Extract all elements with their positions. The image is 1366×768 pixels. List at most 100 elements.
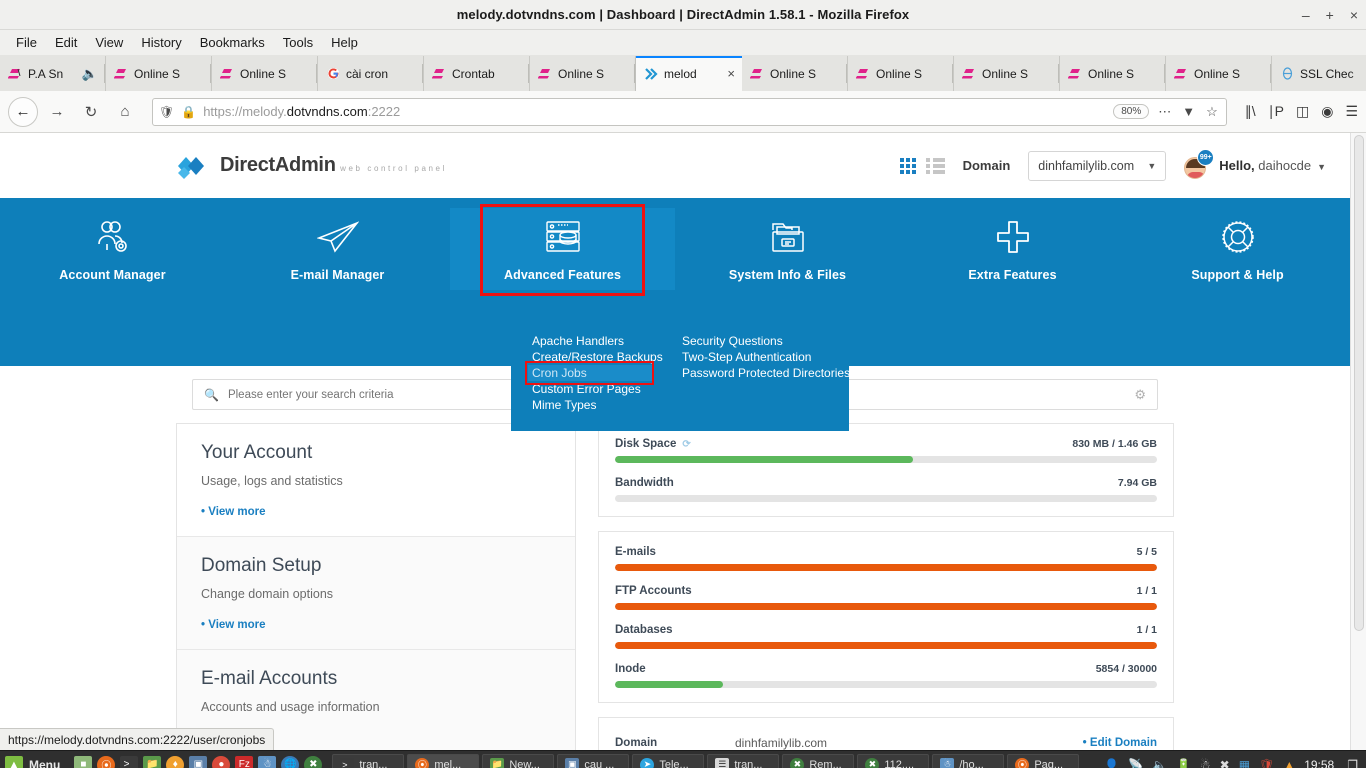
menu-view[interactable]: View	[87, 32, 131, 53]
vertical-scrollbar[interactable]	[1350, 133, 1366, 750]
clock[interactable]: 19:58	[1304, 758, 1338, 768]
menu-item-apache-handlers[interactable]: Apache Handlers	[528, 333, 663, 349]
nav-account-manager[interactable]: Account Manager	[0, 208, 225, 290]
menu-edit[interactable]: Edit	[47, 32, 85, 53]
browser-tab[interactable]: Online S	[954, 56, 1060, 91]
task-button[interactable]: 📁 New...	[482, 753, 555, 768]
browser-tab[interactable]: Online S	[106, 56, 212, 91]
browser-tab[interactable]: Online S	[1060, 56, 1166, 91]
menu-item-password-protected-directories[interactable]: Password Protected Directories	[678, 365, 854, 381]
browser-tab[interactable]: SSL Chec	[1272, 56, 1366, 91]
maximize-button[interactable]: +	[1326, 8, 1334, 22]
menu-help[interactable]: Help	[323, 32, 366, 53]
globe-icon[interactable]: 🌐	[281, 755, 300, 768]
scrollbar-thumb[interactable]	[1354, 135, 1364, 631]
task-button[interactable]: ➤ Tele...	[632, 753, 705, 768]
browser-tab[interactable]: Online S	[212, 56, 318, 91]
nav-advanced-features[interactable]: Advanced Features	[450, 204, 675, 296]
xchat-tray-icon[interactable]: ✖	[1220, 758, 1230, 768]
sync-icon[interactable]: ∣P	[1268, 103, 1284, 120]
home-icon[interactable]: ⌂	[110, 97, 140, 127]
edit-domain-link[interactable]: • Edit Domain	[1083, 737, 1157, 749]
browser-tab-active[interactable]: melod ×	[636, 56, 742, 91]
volume-icon[interactable]: 🔈	[1152, 758, 1167, 768]
menu-item-cron-jobs[interactable]: Cron Jobs	[525, 361, 654, 385]
nav-email-manager[interactable]: E-mail Manager	[225, 208, 450, 290]
grid-view-icon[interactable]	[899, 157, 916, 174]
task-button[interactable]: ✖ Rem...	[782, 753, 855, 768]
menu-tools[interactable]: Tools	[275, 32, 321, 53]
task-button[interactable]: ▣ cau ...	[557, 753, 630, 768]
library-icon[interactable]: ∥\	[1245, 103, 1256, 120]
start-menu-button[interactable]: ▲ Menu	[0, 751, 68, 768]
lock-icon[interactable]: 🔒	[181, 105, 196, 119]
pocket-icon[interactable]: ▼	[1180, 104, 1197, 119]
card-your-account[interactable]: Your Account Usage, logs and statistics …	[177, 424, 575, 537]
nav-extra-features[interactable]: Extra Features	[900, 208, 1125, 290]
sidebar-icon[interactable]: ◫	[1296, 103, 1309, 120]
minimize-button[interactable]: –	[1302, 8, 1310, 22]
user-menu[interactable]: 99+ Hello, daihocde ▼	[1184, 148, 1326, 179]
browser-tab[interactable]: cài cron	[318, 56, 424, 91]
flame-icon[interactable]: ♦	[166, 755, 185, 768]
url-bar[interactable]: 🛡 🔒 https://melody.dotvndns.com:2222 80%…	[152, 97, 1227, 126]
browser-tab[interactable]: Online S	[1166, 56, 1272, 91]
user-icon[interactable]: 👤	[1104, 758, 1119, 768]
domain-selector[interactable]: dinhfamilylib.com ▼	[1028, 150, 1167, 181]
close-icon[interactable]: ×	[727, 66, 735, 81]
nav-support-help[interactable]: Support & Help	[1125, 208, 1350, 290]
gimp-icon[interactable]: ☃	[258, 755, 277, 768]
battery-icon[interactable]: 🔋	[1176, 758, 1191, 768]
browser-tab[interactable]: Crontab	[424, 56, 530, 91]
menu-file[interactable]: File	[8, 32, 45, 53]
browser-tab[interactable]: Online S	[742, 56, 848, 91]
reload-button[interactable]: ↻	[76, 97, 106, 127]
back-button[interactable]: ←	[8, 96, 38, 127]
view-more-link[interactable]: • View more	[201, 506, 266, 518]
menu-item-two-step-authentication[interactable]: Two-Step Authentication	[678, 349, 854, 365]
browser-tab[interactable]: P.A Sn 🔈	[0, 56, 106, 91]
page-actions-icon[interactable]: ⋯	[1156, 104, 1173, 120]
menu-item-security-questions[interactable]: Security Questions	[678, 333, 854, 349]
directadmin-logo[interactable]: DirectAdmin web control panel	[176, 151, 447, 181]
task-button-active[interactable]: ⦿ mel...	[407, 753, 480, 768]
account-icon[interactable]: ◉	[1321, 103, 1333, 120]
hamburger-menu-icon[interactable]: ☰	[1345, 103, 1358, 120]
firefox-icon[interactable]: ⦿	[97, 755, 116, 768]
close-window-button[interactable]: ×	[1350, 8, 1358, 22]
gear-icon[interactable]: ⚙	[1134, 387, 1146, 403]
task-button[interactable]: >_ tran...	[332, 753, 405, 768]
refresh-icon[interactable]: ⟳	[682, 439, 690, 450]
card-domain-setup[interactable]: Domain Setup Change domain options • Vie…	[177, 537, 575, 650]
browser-tab[interactable]: Online S	[530, 56, 636, 91]
update-icon[interactable]: ▦	[1239, 758, 1250, 768]
list-view-icon[interactable]	[925, 157, 945, 174]
zoom-level-badge[interactable]: 80%	[1113, 104, 1150, 119]
network-icon[interactable]: 📡	[1128, 758, 1143, 768]
forward-button[interactable]: →	[42, 97, 72, 127]
console-icon[interactable]: >_	[120, 755, 139, 768]
terminal-icon[interactable]: ■	[74, 755, 93, 768]
nav-system-info-files[interactable]: System Info & Files	[675, 208, 900, 290]
speaker-icon[interactable]: 🔈	[82, 66, 98, 82]
bookmark-star-icon[interactable]: ☆	[1204, 104, 1220, 120]
task-button[interactable]: ✖ 112....	[857, 753, 930, 768]
browser-tab[interactable]: Online S	[848, 56, 954, 91]
show-desktop-icon[interactable]: ❐	[1347, 758, 1358, 768]
shield-icon[interactable]: 🛡	[1259, 758, 1274, 768]
filezilla-icon[interactable]: Fz	[235, 755, 254, 768]
image-icon[interactable]: ▣	[189, 755, 208, 768]
menu-item-mime-types[interactable]: Mime Types	[528, 397, 663, 413]
menu-history[interactable]: History	[133, 32, 189, 53]
task-button[interactable]: ☃ /ho...	[932, 753, 1005, 768]
chrome-icon[interactable]: ●	[212, 755, 231, 768]
vlc-icon[interactable]: ▲	[1283, 758, 1295, 768]
menu-bookmarks[interactable]: Bookmarks	[192, 32, 273, 53]
tracking-shield-icon[interactable]: 🛡	[159, 105, 174, 119]
task-button[interactable]: ⦿ Pag...	[1007, 753, 1080, 768]
xchat-icon[interactable]: ✖	[304, 755, 323, 768]
filezilla-tray-icon[interactable]: ☃	[1200, 758, 1211, 768]
files-icon[interactable]: 📁	[143, 755, 162, 768]
task-button[interactable]: ☰ tran...	[707, 753, 780, 768]
view-more-link[interactable]: • View more	[201, 619, 266, 631]
